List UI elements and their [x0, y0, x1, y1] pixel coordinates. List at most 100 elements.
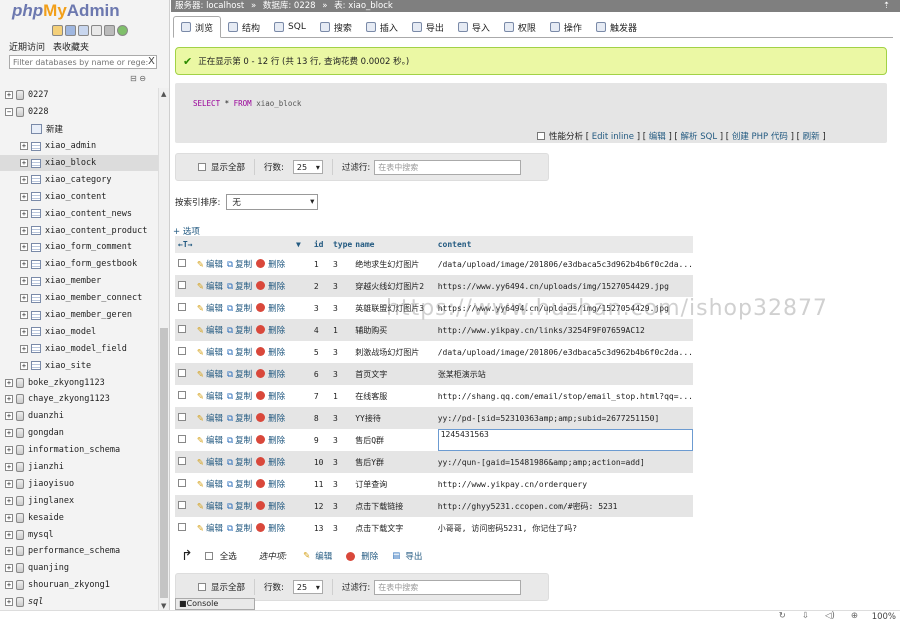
rows-select[interactable]: 25 ▾	[292, 160, 323, 174]
row-edit-button[interactable]: ✎ 编辑	[197, 458, 223, 468]
breadcrumb-table[interactable]: 表: xiao_block	[334, 1, 393, 11]
row-checkbox[interactable]	[178, 413, 186, 421]
expand-icon[interactable]: +	[20, 142, 28, 151]
tree-item-table[interactable]: + xiao_member	[0, 273, 158, 290]
row-delete-button[interactable]: 删除	[256, 347, 285, 358]
row-delete-button[interactable]: 删除	[256, 369, 285, 380]
expand-icon[interactable]: +	[5, 547, 13, 556]
tree-item-table[interactable]: + xiao_member_geren	[0, 307, 158, 324]
row-edit-button[interactable]: ✎ 编辑	[197, 370, 223, 380]
row-copy-button[interactable]: ⧉ 复制	[227, 348, 252, 358]
row-edit-button[interactable]: ✎ 编辑	[197, 326, 223, 336]
cell-content[interactable]: http://www.yikpay.cn/links/3254F9F07659A…	[438, 326, 645, 335]
refresh-status-icon[interactable]: ↻	[779, 611, 786, 621]
row-delete-button[interactable]: 删除	[256, 435, 285, 446]
tree-item-db[interactable]: + chaye_zkyong1123	[0, 391, 158, 408]
tree-item-db[interactable]: + shouruan_zkyong1	[0, 577, 158, 594]
edit-inline-link[interactable]: Edit inline	[592, 132, 634, 142]
tree-item-table[interactable]: + xiao_member_connect	[0, 290, 158, 307]
column-header-content[interactable]: content	[434, 236, 693, 253]
navigation-scrollbar[interactable]: ▲ ▼	[158, 88, 169, 610]
zoom-icon[interactable]: ⊕	[851, 611, 858, 621]
row-checkbox[interactable]	[178, 479, 186, 487]
scroll-up-icon[interactable]: ▲	[161, 90, 166, 98]
tree-item-table[interactable]: + xiao_content_news	[0, 205, 158, 222]
expand-icon[interactable]: +	[20, 344, 28, 353]
tab-2[interactable]: SQL	[267, 16, 313, 38]
tree-item-db[interactable]: + sql	[0, 594, 158, 610]
tree-item-table[interactable]: + xiao_site	[0, 357, 158, 374]
row-checkbox[interactable]	[178, 391, 186, 399]
expand-icon[interactable]: +	[5, 446, 13, 455]
tree-item-db[interactable]: + kesaide	[0, 509, 158, 526]
rows-select[interactable]: 25 ▾	[292, 580, 323, 594]
help-icon[interactable]	[78, 25, 89, 36]
row-edit-button[interactable]: ✎ 编辑	[197, 480, 223, 490]
row-edit-button[interactable]: ✎ 编辑	[197, 348, 223, 358]
expand-icon[interactable]: +	[5, 479, 13, 488]
bulk-export-button[interactable]: ▤ 导出	[392, 550, 422, 562]
sort-triangle-icon[interactable]: ▼	[296, 240, 301, 249]
scroll-down-icon[interactable]: ▼	[161, 602, 166, 610]
row-delete-button[interactable]: 删除	[256, 523, 285, 534]
collapse-icon[interactable]: ⇡	[883, 0, 890, 12]
cell-content[interactable]: https://www.yy6494.cn/uploads/img/152705…	[438, 282, 669, 291]
row-checkbox[interactable]	[178, 347, 186, 355]
tree-item-db[interactable]: + jianzhi	[0, 459, 158, 476]
cell-content[interactable]: http://shang.qq.com/email/stop/email_sto…	[438, 392, 693, 401]
tab-9[interactable]: 触发器	[589, 16, 644, 38]
row-delete-button[interactable]: 删除	[256, 259, 285, 270]
tab-0[interactable]: 浏览	[173, 16, 222, 38]
tree-item-db[interactable]: + information_schema	[0, 442, 158, 459]
sound-icon[interactable]: ◁)	[825, 611, 835, 621]
download-icon[interactable]: ⇩	[802, 611, 809, 621]
expand-icon[interactable]: +	[5, 429, 13, 438]
row-checkbox[interactable]	[178, 303, 186, 311]
sort-select[interactable]: 无 ▾	[226, 194, 319, 210]
cell-content[interactable]: yy://qun-[gaid=15481986&amp;amp;action=a…	[438, 458, 645, 467]
row-delete-button[interactable]: 删除	[256, 479, 285, 490]
row-delete-button[interactable]: 删除	[256, 501, 285, 512]
row-copy-button[interactable]: ⧉ 复制	[227, 502, 252, 512]
expand-icon[interactable]: +	[20, 277, 28, 286]
row-checkbox[interactable]	[178, 259, 186, 267]
row-copy-button[interactable]: ⧉ 复制	[227, 480, 252, 490]
favorite-tables-link[interactable]: 表收藏夹	[53, 40, 89, 53]
row-checkbox[interactable]	[178, 523, 186, 531]
expand-icon[interactable]: +	[5, 395, 13, 404]
row-edit-button[interactable]: ✎ 编辑	[197, 392, 223, 402]
cell-content[interactable]: 小哥哥, 访问密码5231, 你记住了吗?	[438, 524, 577, 533]
expand-icon[interactable]: +	[5, 91, 13, 100]
tree-item-db[interactable]: + quanjing	[0, 560, 158, 577]
expand-icon[interactable]: −	[5, 108, 13, 117]
row-copy-button[interactable]: ⧉ 复制	[227, 282, 252, 292]
filter-rows-input[interactable]: 在表中搜索	[374, 159, 522, 175]
row-checkbox[interactable]	[178, 369, 186, 377]
column-header-name[interactable]: name	[352, 236, 435, 253]
row-delete-button[interactable]: 删除	[256, 391, 285, 402]
expand-icon[interactable]: +	[20, 260, 28, 269]
row-checkbox[interactable]	[178, 457, 186, 465]
docs-icon[interactable]	[91, 25, 102, 36]
tree-item-table[interactable]: + xiao_model	[0, 323, 158, 340]
database-filter-input[interactable]	[9, 55, 157, 69]
tree-item-db[interactable]: + boke_zkyong1123	[0, 374, 158, 391]
expand-icon[interactable]: +	[5, 513, 13, 522]
expand-icon[interactable]: +	[20, 175, 28, 184]
console-tab[interactable]: ■Console	[175, 598, 255, 610]
profiling-checkbox[interactable]	[537, 132, 545, 140]
expand-icon[interactable]: +	[20, 294, 28, 303]
tab-3[interactable]: 搜索	[313, 16, 359, 38]
tree-item-table[interactable]: + xiao_content_product	[0, 222, 158, 239]
select-all-label[interactable]: 全选	[220, 550, 237, 562]
row-edit-button[interactable]: ✎ 编辑	[197, 502, 223, 512]
collapse-link-icon[interactable]: ⊟ ⊖	[130, 74, 154, 84]
recent-tables-link[interactable]: 近期访问	[9, 40, 45, 53]
expand-icon[interactable]: +	[5, 463, 13, 472]
tab-5[interactable]: 导出	[405, 16, 451, 38]
row-delete-button[interactable]: 删除	[256, 413, 285, 424]
row-copy-button[interactable]: ⧉ 复制	[227, 370, 252, 380]
cell-content[interactable]: https://www.yy6494.cn/uploads/img/152705…	[438, 304, 669, 313]
row-checkbox[interactable]	[178, 501, 186, 509]
cell-content[interactable]: 张某柜演示站	[438, 370, 486, 379]
